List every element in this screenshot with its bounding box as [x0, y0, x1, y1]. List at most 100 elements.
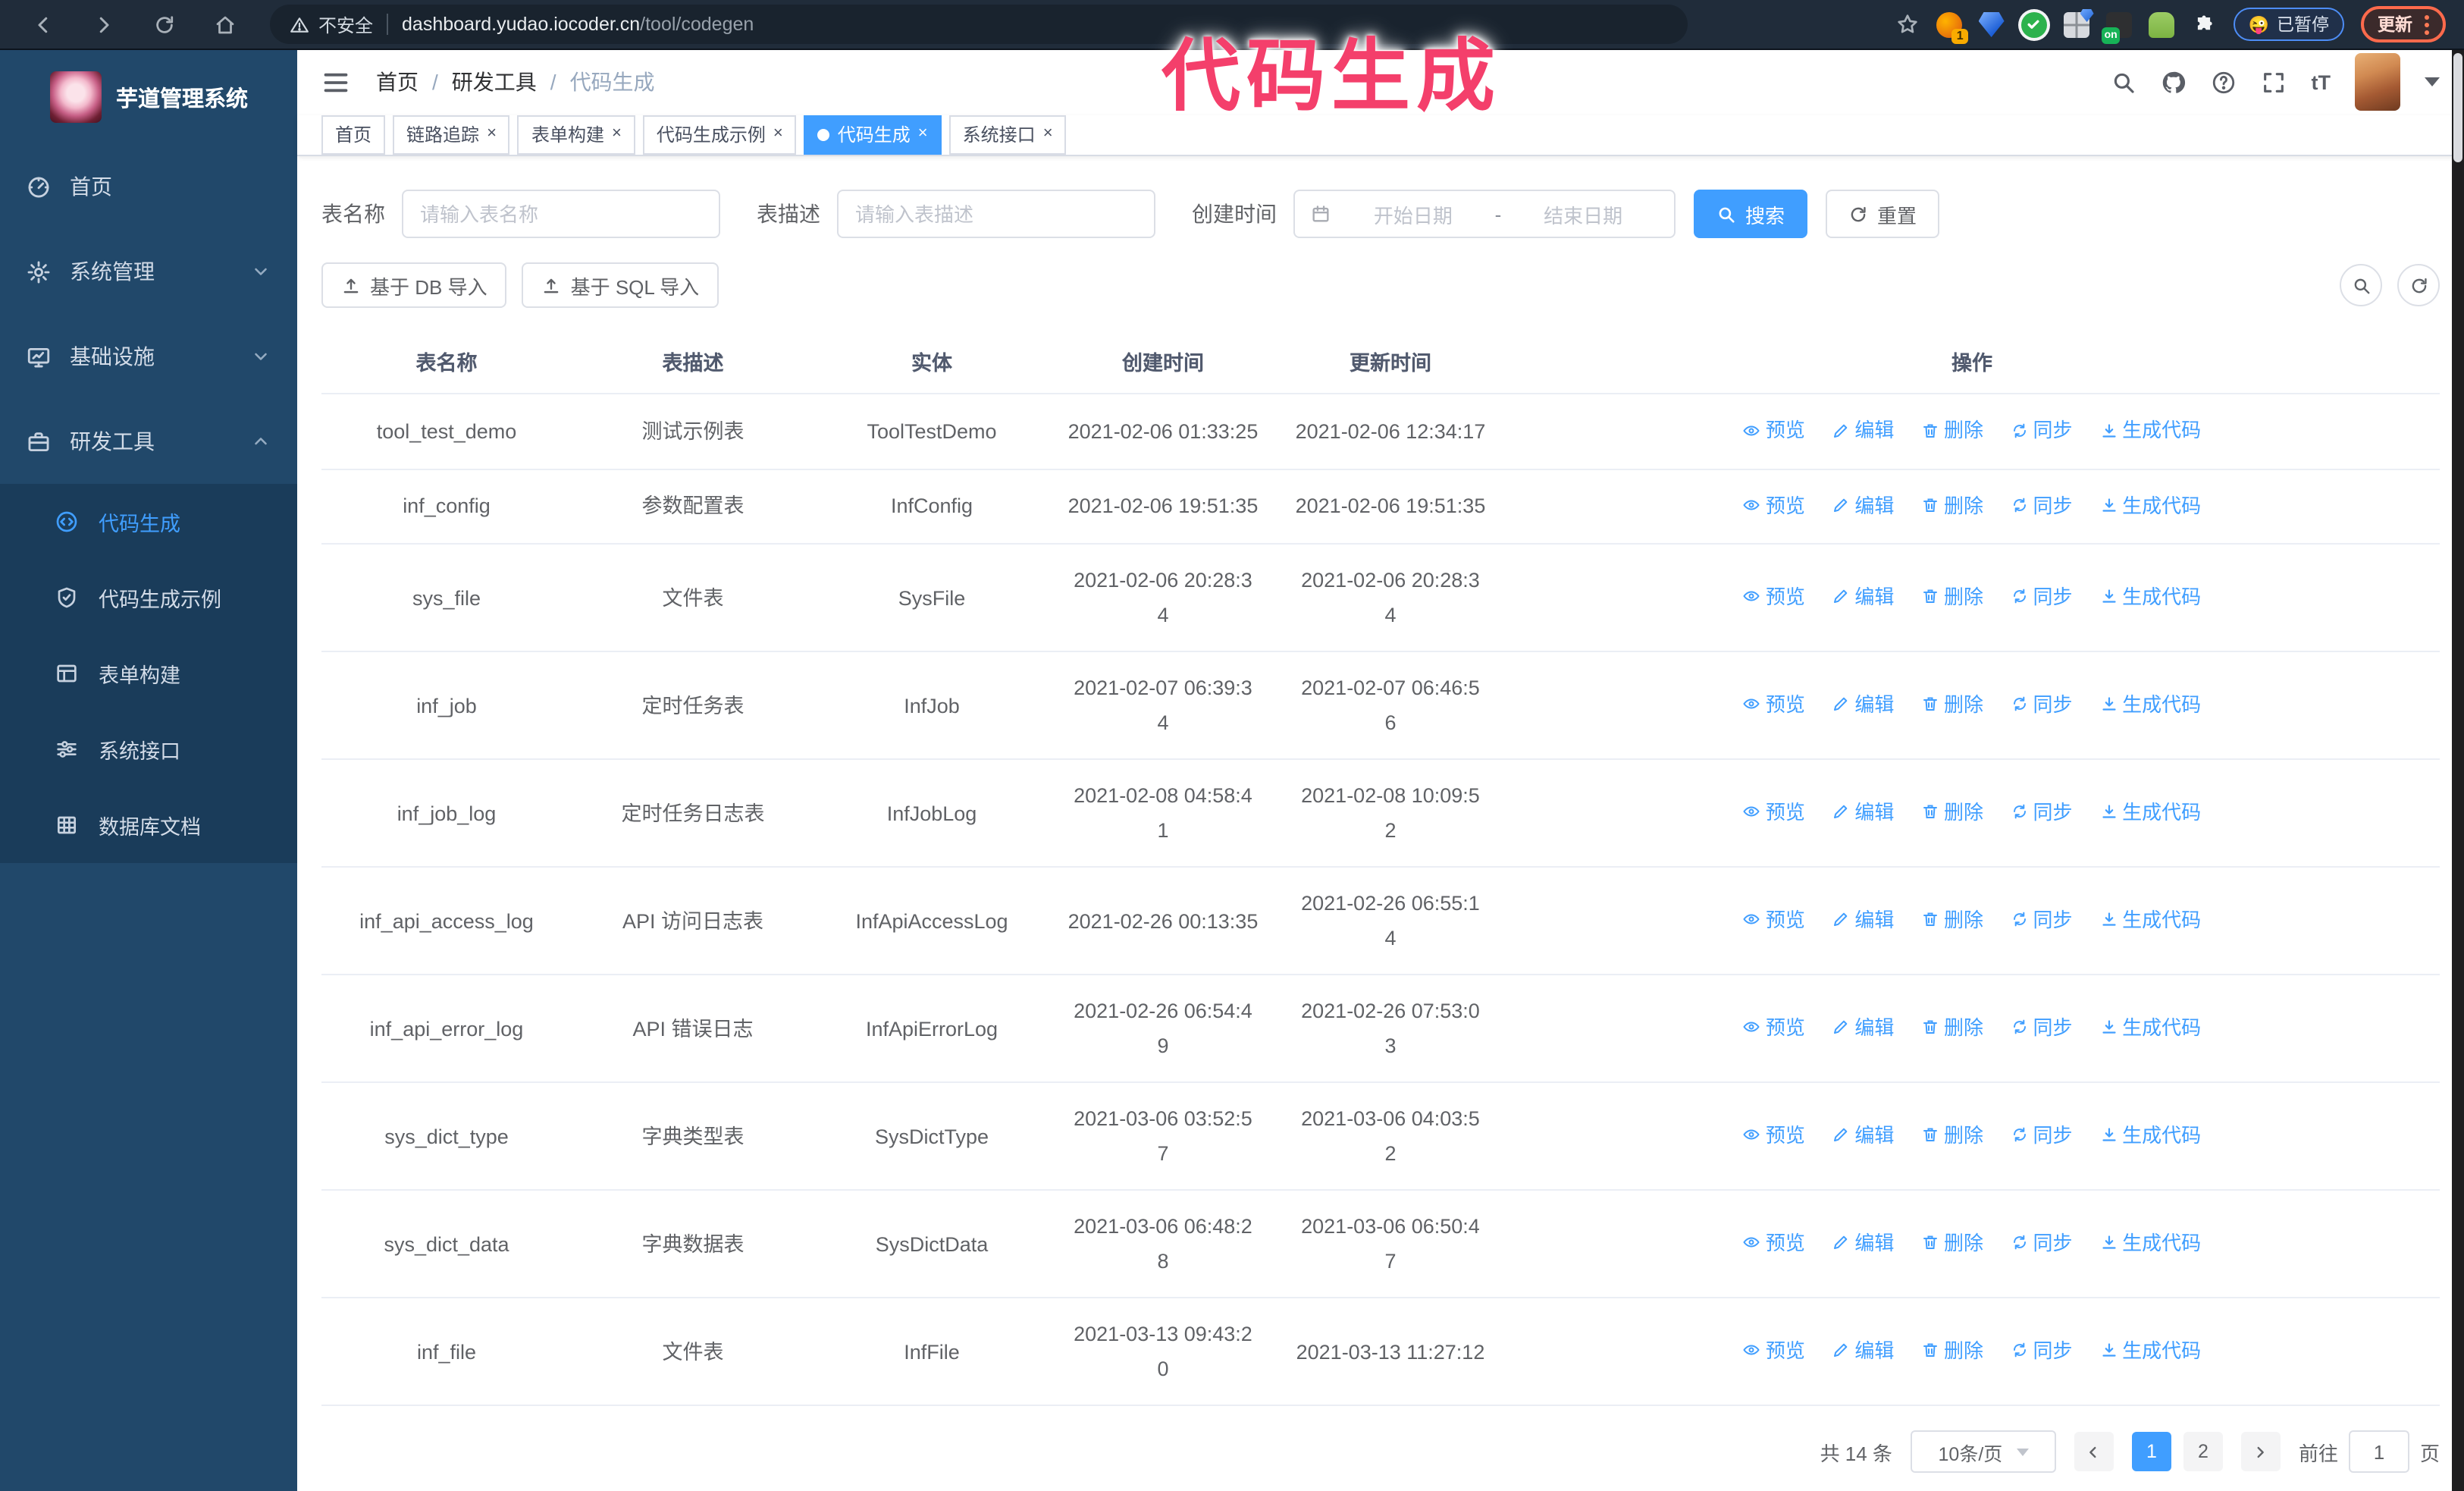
generate-code-link[interactable]: 生成代码 — [2099, 413, 2201, 447]
extension-orange-icon[interactable]: 1 — [1936, 11, 1968, 43]
preview-link[interactable]: 预览 — [1743, 1010, 1805, 1045]
sync-link[interactable]: 同步 — [2011, 1010, 2073, 1045]
delete-link[interactable]: 删除 — [1921, 413, 1983, 447]
tab-close-icon[interactable]: × — [612, 126, 622, 143]
edit-link[interactable]: 编辑 — [1832, 1010, 1894, 1045]
edit-link[interactable]: 编辑 — [1832, 413, 1894, 447]
generate-code-link[interactable]: 生成代码 — [2099, 795, 2201, 830]
sidebar-item-infra[interactable]: 基础设施 — [0, 314, 297, 399]
sync-link[interactable]: 同步 — [2011, 1333, 2073, 1368]
search-icon[interactable] — [2111, 70, 2137, 96]
refresh-table-button[interactable] — [2397, 264, 2440, 306]
delete-link[interactable]: 删除 — [1921, 1010, 1983, 1045]
tab-close-icon[interactable]: × — [1043, 126, 1053, 143]
generate-code-link[interactable]: 生成代码 — [2099, 902, 2201, 937]
sync-link[interactable]: 同步 — [2011, 579, 2073, 614]
view-tab[interactable]: 代码生成示例 × — [642, 115, 797, 155]
delete-link[interactable]: 删除 — [1921, 1118, 1983, 1153]
preview-link[interactable]: 预览 — [1743, 1118, 1805, 1153]
edit-link[interactable]: 编辑 — [1832, 687, 1894, 722]
sidebar-item-db-docs[interactable]: 数据库文档 — [0, 787, 297, 863]
next-page-button[interactable] — [2240, 1432, 2281, 1471]
tab-close-icon[interactable]: × — [487, 126, 497, 143]
forward-button[interactable] — [83, 5, 123, 44]
github-icon[interactable] — [2161, 70, 2187, 96]
bookmark-star-icon[interactable] — [1895, 12, 1920, 36]
sync-link[interactable]: 同步 — [2011, 1118, 2073, 1153]
sync-link[interactable]: 同步 — [2011, 687, 2073, 722]
breadcrumb-home[interactable]: 首页 — [376, 67, 419, 98]
sidebar-item-codegen[interactable]: 代码生成 — [0, 484, 297, 560]
prev-page-button[interactable] — [2074, 1432, 2114, 1471]
extension-gem-icon[interactable] — [1978, 11, 2005, 37]
tab-close-icon[interactable]: × — [773, 126, 783, 143]
view-tab[interactable]: 系统接口 × — [948, 115, 1067, 155]
user-menu-caret-icon[interactable] — [2425, 77, 2440, 87]
extension-grid-icon[interactable] — [2063, 11, 2089, 37]
delete-link[interactable]: 删除 — [1921, 1333, 1983, 1368]
edit-link[interactable]: 编辑 — [1832, 902, 1894, 937]
table-name-input[interactable] — [402, 190, 720, 238]
sync-link[interactable]: 同步 — [2011, 795, 2073, 830]
delete-link[interactable]: 删除 — [1921, 687, 1983, 722]
preview-link[interactable]: 预览 — [1743, 579, 1805, 614]
update-button[interactable]: 更新 — [2361, 6, 2446, 42]
extension-check-icon[interactable] — [2020, 11, 2047, 37]
generate-code-link[interactable]: 生成代码 — [2099, 488, 2201, 523]
preview-link[interactable]: 预览 — [1743, 488, 1805, 523]
scrollbar[interactable] — [2452, 50, 2464, 1491]
delete-link[interactable]: 删除 — [1921, 795, 1983, 830]
sidebar-item-form-builder[interactable]: 表单构建 — [0, 636, 297, 711]
reset-button[interactable]: 重置 — [1826, 190, 1940, 238]
generate-code-link[interactable]: 生成代码 — [2099, 579, 2201, 614]
security-warning[interactable]: 不安全 — [290, 11, 373, 37]
generate-code-link[interactable]: 生成代码 — [2099, 1226, 2201, 1260]
extension-robot-icon[interactable] — [2148, 11, 2174, 37]
edit-link[interactable]: 编辑 — [1832, 1333, 1894, 1368]
edit-link[interactable]: 编辑 — [1832, 1226, 1894, 1260]
scrollbar-thumb[interactable] — [2453, 53, 2462, 162]
sync-link[interactable]: 同步 — [2011, 1226, 2073, 1260]
preview-link[interactable]: 预览 — [1743, 1226, 1805, 1260]
page-size-select[interactable]: 10条/页 — [1910, 1430, 2056, 1473]
page-number-button[interactable]: 1 — [2131, 1432, 2171, 1471]
breadcrumb-devtools[interactable]: 研发工具 — [452, 67, 537, 98]
generate-code-link[interactable]: 生成代码 — [2099, 687, 2201, 722]
sync-link[interactable]: 同步 — [2011, 902, 2073, 937]
preview-link[interactable]: 预览 — [1743, 687, 1805, 722]
date-range-picker[interactable]: 开始日期 - 结束日期 — [1293, 190, 1676, 238]
sync-link[interactable]: 同步 — [2011, 488, 2073, 523]
preview-link[interactable]: 预览 — [1743, 1333, 1805, 1368]
sidebar-toggle-icon[interactable] — [321, 68, 350, 97]
extension-dark-icon[interactable]: on — [2101, 11, 2132, 43]
page-number-button[interactable]: 2 — [2183, 1432, 2223, 1471]
help-icon[interactable] — [2212, 70, 2237, 96]
user-avatar[interactable] — [2355, 53, 2400, 111]
delete-link[interactable]: 删除 — [1921, 1226, 1983, 1260]
delete-link[interactable]: 删除 — [1921, 579, 1983, 614]
sidebar-item-devtools[interactable]: 研发工具 — [0, 399, 297, 484]
view-tab[interactable]: 代码生成 × — [804, 115, 942, 155]
back-button[interactable] — [23, 5, 62, 44]
search-button[interactable]: 搜索 — [1694, 190, 1808, 238]
generate-code-link[interactable]: 生成代码 — [2099, 1333, 2201, 1368]
reload-button[interactable] — [144, 5, 183, 44]
import-db-button[interactable]: 基于 DB 导入 — [321, 262, 507, 308]
sync-link[interactable]: 同步 — [2011, 413, 2073, 447]
sidebar-item-system[interactable]: 系统管理 — [0, 229, 297, 314]
edit-link[interactable]: 编辑 — [1832, 579, 1894, 614]
goto-page-input[interactable] — [2348, 1430, 2409, 1473]
tab-close-icon[interactable]: × — [918, 126, 928, 143]
font-size-icon[interactable]: tT — [2312, 71, 2331, 94]
paused-badge[interactable]: 😜 已暂停 — [2233, 8, 2344, 41]
home-button[interactable] — [205, 5, 244, 44]
fullscreen-icon[interactable] — [2262, 70, 2287, 96]
view-tab[interactable]: 首页 × — [321, 115, 386, 155]
generate-code-link[interactable]: 生成代码 — [2099, 1118, 2201, 1153]
extensions-puzzle-icon[interactable] — [2191, 11, 2217, 37]
edit-link[interactable]: 编辑 — [1832, 795, 1894, 830]
delete-link[interactable]: 删除 — [1921, 902, 1983, 937]
preview-link[interactable]: 预览 — [1743, 902, 1805, 937]
delete-link[interactable]: 删除 — [1921, 488, 1983, 523]
edit-link[interactable]: 编辑 — [1832, 488, 1894, 523]
